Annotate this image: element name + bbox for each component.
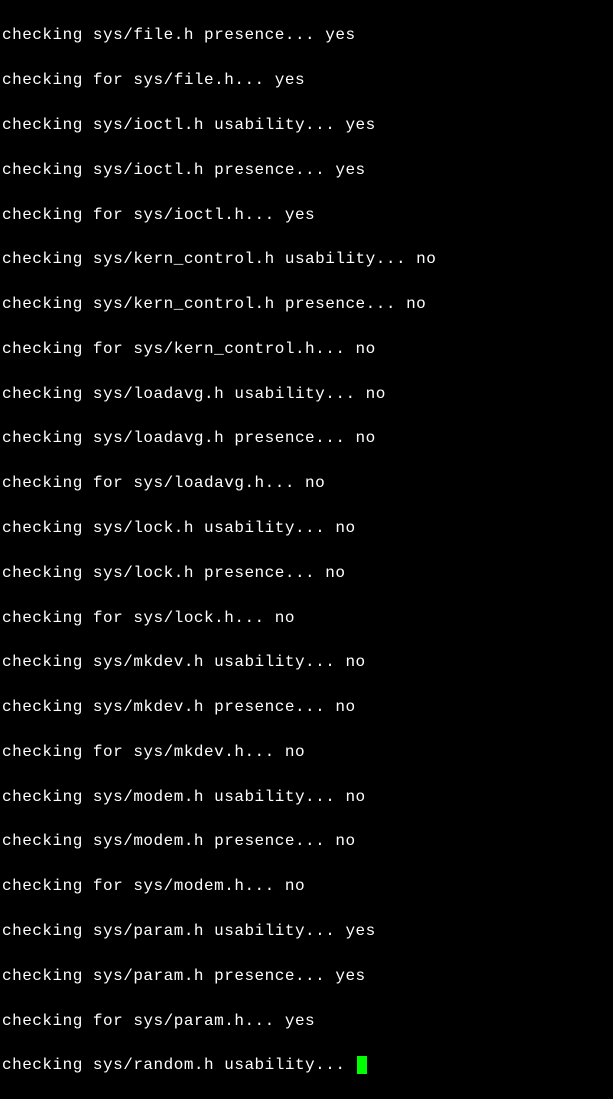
output-line: checking sys/ioctl.h presence... yes (2, 159, 611, 181)
output-line: checking sys/param.h usability... yes (2, 920, 611, 942)
output-line: checking for sys/modem.h... no (2, 875, 611, 897)
output-line: checking sys/loadavg.h usability... no (2, 383, 611, 405)
output-line: checking sys/kern_control.h usability...… (2, 248, 611, 270)
output-line: checking for sys/ioctl.h... yes (2, 204, 611, 226)
output-line: checking for sys/kern_control.h... no (2, 338, 611, 360)
output-line: checking for sys/param.h... yes (2, 1010, 611, 1032)
cursor-icon (357, 1056, 367, 1074)
output-line: checking sys/mkdev.h usability... no (2, 651, 611, 673)
output-line: checking sys/param.h presence... yes (2, 965, 611, 987)
output-line: checking sys/modem.h usability... no (2, 786, 611, 808)
output-line: checking sys/lock.h presence... no (2, 562, 611, 584)
output-line: checking sys/modem.h presence... no (2, 830, 611, 852)
output-line: checking for sys/mkdev.h... no (2, 741, 611, 763)
output-line-current: checking sys/random.h usability... (2, 1054, 611, 1076)
output-line: checking sys/mkdev.h presence... no (2, 696, 611, 718)
output-line: checking for sys/file.h... yes (2, 69, 611, 91)
output-line: checking sys/lock.h usability... no (2, 517, 611, 539)
output-line: checking sys/file.h presence... yes (2, 24, 611, 46)
output-line: checking for sys/lock.h... no (2, 607, 611, 629)
output-line: checking sys/ioctl.h usability... yes (2, 114, 611, 136)
output-line: checking sys/kern_control.h presence... … (2, 293, 611, 315)
output-text: checking sys/random.h usability... (2, 1056, 356, 1074)
terminal-output: checking sys/file.h presence... yes chec… (2, 2, 611, 1099)
output-line: checking for sys/loadavg.h... no (2, 472, 611, 494)
output-line: checking sys/loadavg.h presence... no (2, 427, 611, 449)
